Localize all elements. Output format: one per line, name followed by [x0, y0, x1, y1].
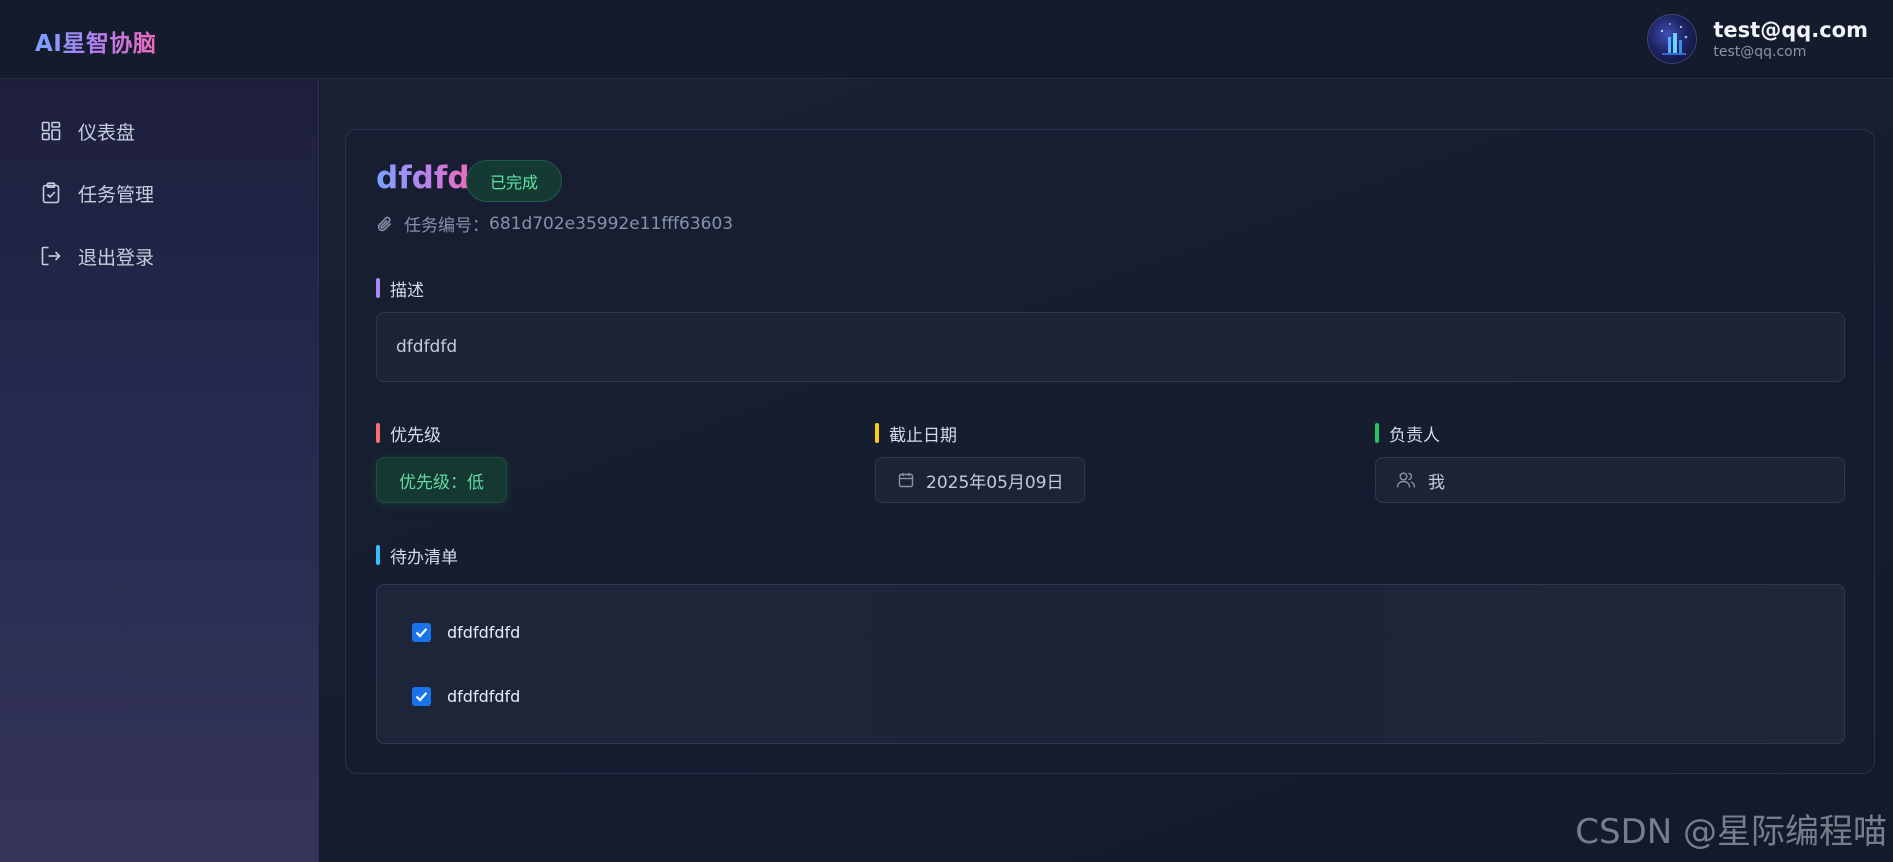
owner-value: 我 [1428, 472, 1445, 493]
status-badge: 已完成 [466, 160, 562, 202]
task-id-value: 681d702e35992e11fff63603 [489, 213, 734, 234]
sidebar-item-dashboard[interactable]: 仪表盘 [38, 111, 135, 151]
watermark: CSDN @星际编程喵 [1575, 812, 1887, 852]
label-accent-bar [875, 423, 879, 443]
sidebar-item-label: 仪表盘 [78, 121, 136, 144]
paperclip-icon [376, 215, 394, 233]
priority-label-text: 优先级 [390, 425, 441, 446]
due-date-label-text: 截止日期 [889, 425, 957, 446]
due-date-chip: 2025年05月09日 [875, 457, 1085, 503]
logout-icon [38, 243, 64, 269]
task-id-label: 任务编号： [404, 216, 489, 236]
sidebar-item-tasks[interactable]: 任务管理 [38, 173, 154, 213]
sidebar-item-label: 退出登录 [78, 246, 155, 269]
todo-text: dfdfdfdfd [447, 622, 521, 642]
sidebar-item-label: 任务管理 [78, 183, 155, 206]
label-accent-bar [376, 278, 380, 298]
todo-item: dfdfdfdfd [412, 620, 520, 644]
description-label: 描述 [376, 276, 424, 301]
label-accent-bar [376, 423, 380, 443]
todo-text: dfdfdfdfd [447, 686, 521, 706]
calendar-icon [898, 472, 914, 488]
description-label-text: 描述 [390, 280, 424, 301]
due-date-label: 截止日期 [875, 421, 957, 446]
due-date-value: 2025年05月09日 [926, 472, 1064, 493]
brand-logo[interactable]: AI星智协脑 [35, 24, 156, 58]
top-bar: AI星智协脑 test@qq.com test@qq.com [0, 0, 1893, 79]
label-accent-bar [376, 545, 380, 565]
owner-label: 负责人 [1375, 421, 1440, 446]
priority-label: 优先级 [376, 421, 441, 446]
sidebar-item-logout[interactable]: 退出登录 [38, 236, 154, 276]
user-menu[interactable]: test@qq.com test@qq.com [1647, 12, 1868, 66]
clipboard-check-icon [38, 180, 64, 206]
label-accent-bar [1375, 423, 1379, 443]
dashboard-grid-icon [38, 118, 64, 144]
description-box: dfdfdfd [376, 312, 1845, 382]
owner-field: 我 [1375, 457, 1845, 503]
task-title: dfdfd [376, 160, 470, 196]
todo-checkbox[interactable] [412, 622, 431, 642]
todo-item: dfdfdfdfd [412, 684, 520, 708]
task-id: 任务编号： 681d702e35992e11fff63603 [376, 211, 733, 236]
user-info: test@qq.com test@qq.com [1713, 17, 1868, 61]
todo-label-text: 待办清单 [390, 547, 458, 568]
user-email: test@qq.com [1713, 44, 1807, 60]
owner-label-text: 负责人 [1389, 425, 1440, 446]
users-icon [1396, 471, 1416, 489]
avatar[interactable] [1647, 14, 1698, 64]
todo-label: 待办清单 [376, 543, 458, 568]
sidebar: 仪表盘 任务管理 退出登录 [0, 79, 319, 862]
todo-list: dfdfdfdfd dfdfdfdfd [376, 584, 1845, 744]
todo-checkbox[interactable] [412, 686, 431, 706]
priority-chip: 优先级：低 [376, 457, 507, 503]
user-name: test@qq.com [1713, 18, 1868, 42]
